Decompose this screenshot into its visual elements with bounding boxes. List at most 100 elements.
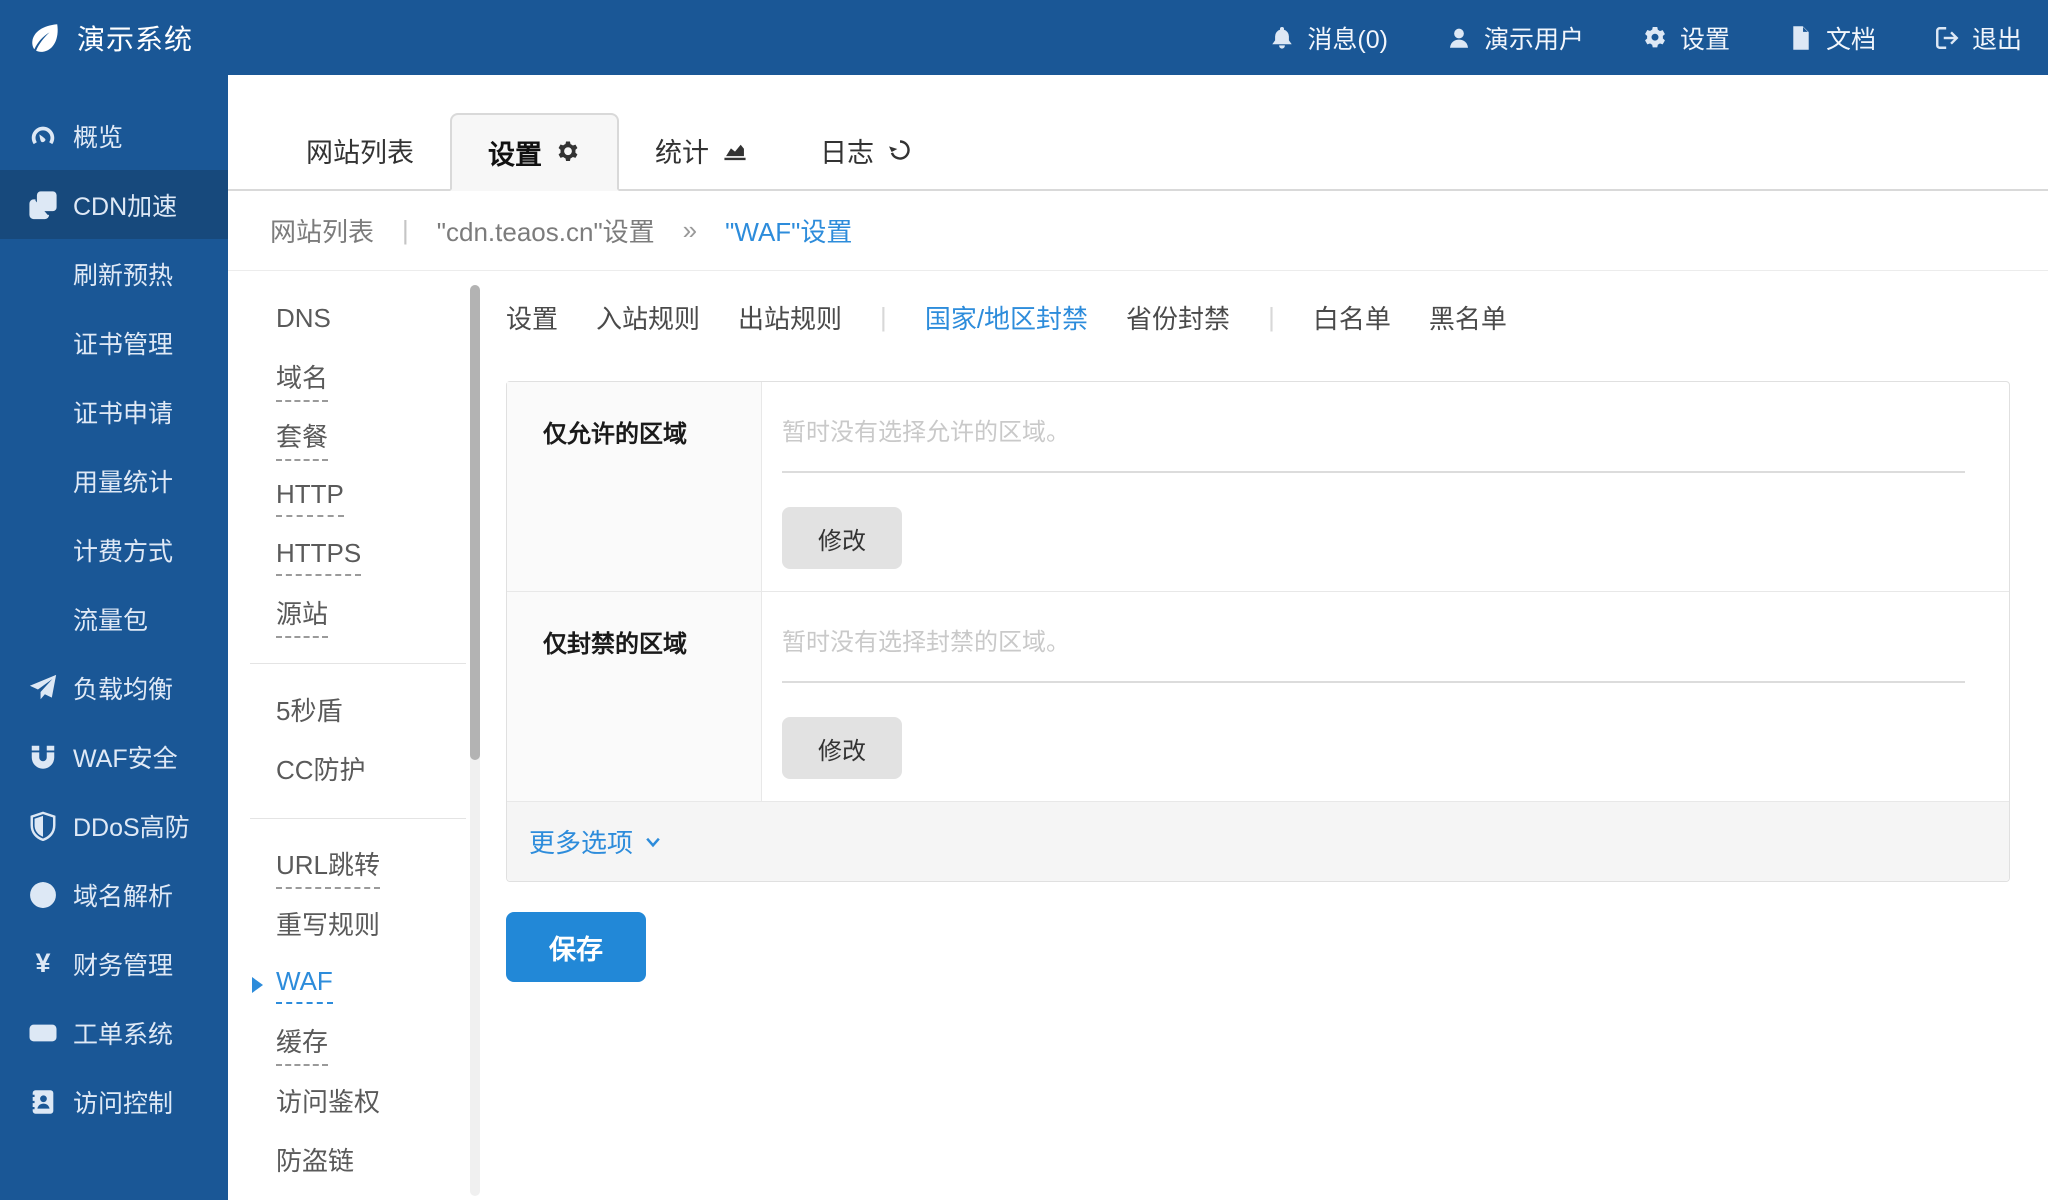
allowed-regions-field[interactable] [782,471,1965,473]
tab-logs[interactable]: 日志 [784,111,949,189]
subnav-label: DNS [276,303,331,339]
docs-button[interactable]: 文档 [1788,20,1876,56]
subnav-label: WAF [276,966,333,1004]
modify-allowed-button[interactable]: 修改 [782,507,902,569]
tab-label: 日志 [820,131,874,170]
subnav-item-cc-protect[interactable]: CC防护 [276,741,366,800]
blocked-regions-field[interactable] [782,681,1965,683]
messages-button[interactable]: 消息(0) [1269,20,1388,56]
sidebar-item-cdn[interactable]: CDN加速 [0,170,228,239]
breadcrumb-site-list[interactable]: 网站列表 [270,212,374,249]
subnav-item-dns[interactable]: DNS [276,291,331,350]
sidebar-item-label: 流量包 [73,601,148,637]
sidebar-item-cert-manage[interactable]: 证书管理 [0,308,228,377]
chevron-down-icon [643,832,663,852]
sidebar-item-label: 工单系统 [73,1015,173,1051]
sidebar-item-label: 财务管理 [73,946,173,982]
brand[interactable]: 演示系统 [0,18,193,58]
sidebar-item-label: 访问控制 [73,1084,173,1120]
sidebar-item-waf-security[interactable]: WAF安全 [0,722,228,791]
save-button[interactable]: 保存 [506,912,646,982]
region-block-form: 仅允许的区域 暂时没有选择允许的区域。 修改 仅封禁的区域 暂时没有选择封禁的区… [506,381,2010,882]
chart-area-icon [722,137,748,163]
subtab-separator: | [880,302,887,333]
user-label: 演示用户 [1484,20,1584,56]
breadcrumb-waf-settings[interactable]: "WAF"设置 [725,212,852,249]
subnav-item-url-redirect[interactable]: URL跳转 [276,837,380,896]
sidebar-item-billing[interactable]: 计费方式 [0,515,228,584]
sidebar-item-cert-apply[interactable]: 证书申请 [0,377,228,446]
tab-site-list[interactable]: 网站列表 [270,111,450,189]
scrollbar-track[interactable] [470,285,480,1196]
allowed-regions-placeholder: 暂时没有选择允许的区域。 [782,412,1965,447]
subnav-item-rewrite-rules[interactable]: 重写规则 [276,896,380,955]
subtab-province-block[interactable]: 省份封禁 [1126,299,1230,336]
subtab-settings[interactable]: 设置 [506,299,558,336]
subnav-divider [250,663,466,664]
sidebar-item-label: WAF安全 [73,739,178,775]
subtab-inbound-rules[interactable]: 入站规则 [596,299,700,336]
blocked-regions-label: 仅封禁的区域 [507,592,762,801]
subnav-item-cache[interactable]: 缓存 [276,1014,328,1073]
subnav-label: 防盗链 [276,1141,354,1183]
subnav-label: 域名 [276,358,328,402]
sidebar-item-refresh-prewarm[interactable]: 刷新预热 [0,239,228,308]
top-nav: 消息(0) 演示用户 设置 文档 退出 [1269,20,2048,56]
subnav-label: URL跳转 [276,845,380,889]
sidebar-item-load-balance[interactable]: 负载均衡 [0,653,228,722]
yen-icon: ¥ [28,949,58,979]
sidebar-item-label: 证书管理 [73,325,173,361]
subnav-label: HTTPS [276,538,361,576]
sidebar-item-label: 证书申请 [73,394,173,430]
logout-button[interactable]: 退出 [1934,20,2022,56]
subnav-item-domain[interactable]: 域名 [276,350,328,409]
modify-blocked-button[interactable]: 修改 [782,717,902,779]
subnav-label: 缓存 [276,1022,328,1066]
ticket-icon [28,1018,58,1048]
subnav-item-http[interactable]: HTTP [276,468,344,527]
gauge-icon [28,121,58,151]
breadcrumb-site-settings[interactable]: "cdn.teaos.cn"设置 [437,212,655,249]
sidebar-item-finance[interactable]: ¥ 财务管理 [0,929,228,998]
subnav-label: 源站 [276,594,328,638]
sidebar-item-label: 用量统计 [73,463,173,499]
subtab-whitelist[interactable]: 白名单 [1313,299,1391,336]
sidebar-item-usage-stats[interactable]: 用量统计 [0,446,228,515]
subnav-item-waf[interactable]: WAF [276,955,333,1014]
caret-right-icon [252,977,263,993]
tab-label: 统计 [655,131,709,170]
subtab-country-block[interactable]: 国家/地区封禁 [925,299,1088,336]
sidebar-item-access-control[interactable]: 访问控制 [0,1067,228,1136]
globe-icon [28,880,58,910]
subnav-item-5s-shield[interactable]: 5秒盾 [276,682,342,741]
subnav-item-https[interactable]: HTTPS [276,527,361,586]
logout-icon [1934,25,1960,51]
tab-label: 网站列表 [306,131,414,170]
scrollbar-thumb[interactable] [470,285,480,760]
waf-subtabs: 设置 入站规则 出站规则 | 国家/地区封禁 省份封禁 | 白名单 黑名单 [506,297,2010,337]
sidebar-item-label: 域名解析 [73,877,173,913]
sidebar-item-ddos[interactable]: DDoS高防 [0,791,228,860]
allowed-regions-label: 仅允许的区域 [507,382,762,591]
settings-label: 设置 [1680,20,1730,56]
tab-statistics[interactable]: 统计 [619,111,784,189]
blocked-regions-placeholder: 暂时没有选择封禁的区域。 [782,622,1965,657]
settings-button[interactable]: 设置 [1642,20,1730,56]
docs-label: 文档 [1826,20,1876,56]
subtab-blacklist[interactable]: 黑名单 [1429,299,1507,336]
subnav-item-access-auth[interactable]: 访问鉴权 [276,1073,380,1132]
more-options-label: 更多选项 [529,823,633,860]
sidebar-item-overview[interactable]: 概览 [0,101,228,170]
subnav-item-hotlink-protect[interactable]: 防盗链 [276,1132,354,1191]
subtab-outbound-rules[interactable]: 出站规则 [738,299,842,336]
subnav-label: 访问鉴权 [276,1082,380,1124]
more-options-link[interactable]: 更多选项 [529,823,663,860]
sidebar-item-traffic-pack[interactable]: 流量包 [0,584,228,653]
subnav-item-origin[interactable]: 源站 [276,586,328,645]
blocked-regions-row: 仅封禁的区域 暂时没有选择封禁的区域。 修改 [507,591,2009,801]
sidebar-item-dns-resolve[interactable]: 域名解析 [0,860,228,929]
tab-settings[interactable]: 设置 [450,113,619,191]
user-menu[interactable]: 演示用户 [1446,20,1584,56]
sidebar-item-tickets[interactable]: 工单系统 [0,998,228,1067]
subnav-item-plan[interactable]: 套餐 [276,409,328,468]
